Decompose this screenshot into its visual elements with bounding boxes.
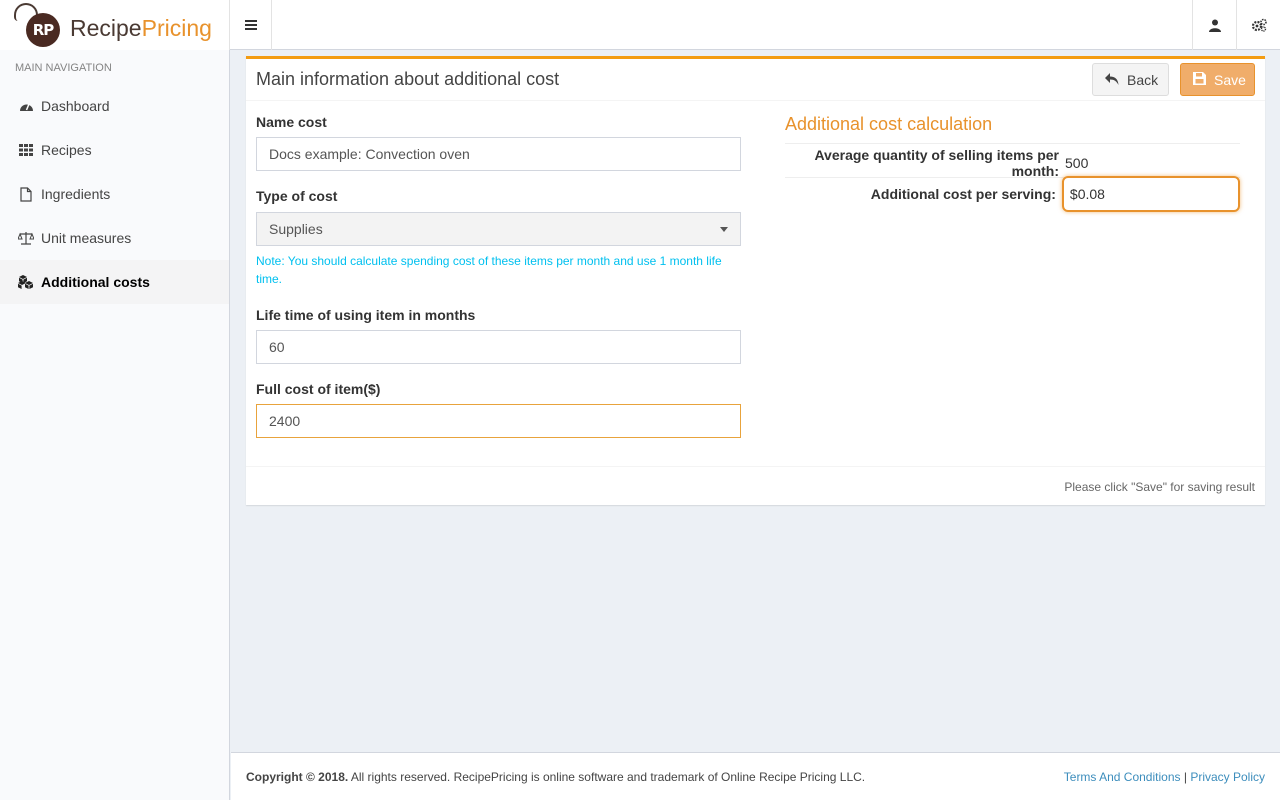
back-button-label: Back xyxy=(1127,71,1159,88)
cost-per-serving-row: Additional cost per serving: $0.08 xyxy=(785,176,1240,212)
page-title: Main information about additional cost xyxy=(256,69,560,89)
copyright-bold: Copyright © 2018. xyxy=(246,769,349,784)
gears-icon xyxy=(1251,18,1267,32)
avg-quantity-row: Average quantity of selling items per mo… xyxy=(785,146,1240,179)
sidebar-item-label: Dashboard xyxy=(41,98,110,114)
lifetime-value: 60 xyxy=(269,339,285,355)
settings-button[interactable] xyxy=(1236,0,1280,50)
avg-quantity-value: 500 xyxy=(1065,154,1089,171)
privacy-link[interactable]: Privacy Policy xyxy=(1190,770,1265,784)
user-icon xyxy=(1208,19,1221,32)
caret-down-icon xyxy=(720,226,728,232)
sidebar-item-ingredients[interactable]: Ingredients xyxy=(0,172,229,216)
top-header: RP RecipePricing xyxy=(0,0,1280,50)
type-cost-value: Supplies xyxy=(269,221,323,237)
footer-links: Terms And Conditions | Privacy Policy xyxy=(1064,770,1265,784)
cost-per-serving-input[interactable]: $0.08 xyxy=(1061,176,1240,212)
back-button[interactable]: Back xyxy=(1092,63,1169,96)
avg-quantity-label: Average quantity of selling items per mo… xyxy=(814,146,1059,179)
chef-hat-logo-icon: RP xyxy=(14,3,62,47)
save-button-label: Save xyxy=(1214,71,1246,88)
calc-title: Additional cost calculation xyxy=(785,114,1240,144)
cost-calculation-panel: Additional cost calculation Average quan… xyxy=(785,114,1240,212)
sidebar-item-dashboard[interactable]: Dashboard xyxy=(0,84,229,128)
full-cost-input[interactable]: 2400 xyxy=(256,404,741,438)
box-footer-note: Please click "Save" for saving result xyxy=(246,466,1265,505)
box-header: Main information about additional cost B… xyxy=(246,59,1265,101)
sidebar-item-label: Additional costs xyxy=(41,274,150,290)
name-cost-value: Docs example: Convection oven xyxy=(269,146,470,162)
copyright-rest: All rights reserved. RecipePricing is on… xyxy=(348,769,866,784)
sidebar: MAIN NAVIGATION Dashboard Recipes Ingred… xyxy=(0,50,230,800)
dashboard-icon xyxy=(18,98,34,114)
name-cost-label: Name cost xyxy=(256,114,327,130)
user-menu-button[interactable] xyxy=(1192,0,1236,50)
type-cost-note: Note: You should calculate spending cost… xyxy=(256,254,722,286)
scale-icon xyxy=(18,230,34,246)
full-cost-label: Full cost of item($) xyxy=(256,381,381,397)
cost-per-serving-value: $0.08 xyxy=(1069,186,1105,202)
name-cost-input[interactable]: Docs example: Convection oven xyxy=(256,137,741,171)
lifetime-input[interactable]: 60 xyxy=(256,330,741,364)
sidebar-toggle-button[interactable] xyxy=(230,0,272,50)
cost-form: Name cost Docs example: Convection oven … xyxy=(256,114,741,438)
save-button[interactable]: Save xyxy=(1180,63,1255,96)
grid-icon xyxy=(18,142,34,158)
additional-cost-box: Main information about additional cost B… xyxy=(246,56,1265,505)
sidebar-item-label: Unit measures xyxy=(41,230,132,246)
hamburger-icon xyxy=(244,20,257,30)
brand-logo[interactable]: RP RecipePricing xyxy=(0,0,230,50)
type-cost-label: Type of cost xyxy=(256,188,338,204)
terms-link[interactable]: Terms And Conditions xyxy=(1064,770,1181,784)
type-cost-select[interactable]: Supplies xyxy=(256,212,741,246)
sidebar-item-additional-costs[interactable]: Additional costs xyxy=(0,260,229,304)
cubes-icon xyxy=(18,274,34,290)
nav-header: MAIN NAVIGATION xyxy=(15,62,112,74)
full-cost-value: 2400 xyxy=(269,413,301,429)
cost-per-serving-label: Additional cost per serving: xyxy=(870,186,1056,202)
page-footer: Copyright © 2018. All rights reserved. R… xyxy=(231,752,1280,800)
logo-initials: RP xyxy=(26,13,60,47)
reply-arrow-icon xyxy=(1105,72,1119,88)
copyright-text: Copyright © 2018. All rights reserved. R… xyxy=(246,770,865,784)
sidebar-item-unit-measures[interactable]: Unit measures xyxy=(0,216,229,260)
brand-name: RecipePricing xyxy=(70,14,212,41)
floppy-disk-icon xyxy=(1193,71,1206,88)
sidebar-item-recipes[interactable]: Recipes xyxy=(0,128,229,172)
footer-separator: | xyxy=(1183,769,1187,784)
sidebar-item-label: Ingredients xyxy=(41,186,111,202)
sidebar-item-label: Recipes xyxy=(41,142,92,158)
file-icon xyxy=(18,186,34,202)
lifetime-label: Life time of using item in months xyxy=(256,307,476,323)
